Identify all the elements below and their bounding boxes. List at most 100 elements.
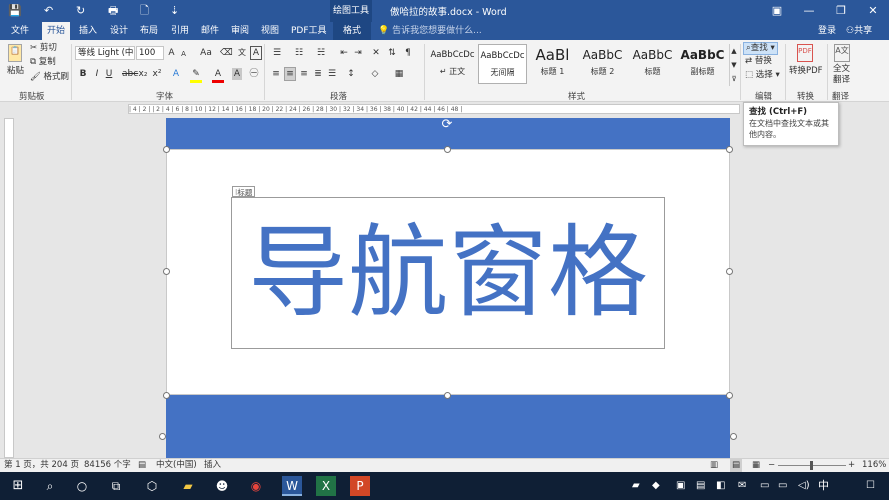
redo-icon[interactable]: ↻ (76, 3, 85, 19)
line-spacing-icon[interactable]: ↕ (344, 68, 358, 80)
strikethrough-icon[interactable]: abc (122, 68, 138, 80)
numbering-icon[interactable]: ☷ (292, 47, 306, 59)
text-effects-icon[interactable]: A (170, 68, 182, 80)
undo-icon[interactable]: ↶ (44, 3, 53, 19)
word-taskbar-icon[interactable]: W (282, 476, 302, 496)
battery-icon[interactable]: ▭ (778, 479, 787, 493)
heading-textbox[interactable]: ⁝标题 导航窗格 (231, 186, 665, 349)
zoom-slider-thumb[interactable] (810, 461, 813, 470)
clear-formatting-icon[interactable]: ⌫ (220, 47, 233, 59)
show-marks-icon[interactable]: ¶ (402, 47, 414, 59)
pdf-icon[interactable]: PDF (797, 44, 813, 62)
sign-in-link[interactable]: 登录 (818, 22, 836, 40)
tab-format[interactable]: 格式 (333, 22, 371, 40)
ribbon-display-options-icon[interactable]: ▣ (762, 0, 792, 22)
document-heading[interactable]: 导航窗格 (232, 198, 664, 348)
style-no-spacing[interactable]: AaBbCcDc 无间隔 (478, 44, 527, 84)
file-explorer-icon[interactable]: ▰ (178, 476, 198, 496)
tray-icon[interactable]: ◧ (716, 479, 725, 493)
blue-rectangle-shape-bottom[interactable] (166, 395, 730, 458)
font-color-icon[interactable]: A (212, 68, 224, 83)
align-center-icon[interactable]: ≡ (284, 67, 296, 81)
copy-button[interactable]: ⧉ 复制 (30, 57, 56, 68)
character-border-icon[interactable]: A (250, 46, 262, 60)
tab-pdf-tools[interactable]: PDF工具 (286, 22, 332, 40)
resize-handle[interactable] (726, 392, 733, 399)
tab-view[interactable]: 视图 (256, 22, 284, 40)
tab-home[interactable]: 开始 (42, 22, 71, 40)
align-left-icon[interactable]: ≡ (270, 68, 282, 80)
superscript-icon[interactable]: x² (152, 68, 162, 80)
print-preview-icon[interactable]: 🖶 (108, 3, 118, 19)
page-count[interactable]: 第 1 页，共 204 页 (4, 459, 79, 472)
font-size-combo[interactable]: 100 (136, 46, 164, 60)
tab-insert[interactable]: 插入 (74, 22, 102, 40)
format-painter-button[interactable]: 🖌 格式刷 (30, 72, 69, 83)
font-name-combo[interactable]: 等线 Light (中 (75, 46, 135, 60)
resize-handle[interactable] (163, 146, 170, 153)
tab-mailings[interactable]: 邮件 (196, 22, 224, 40)
tab-references[interactable]: 引用 (166, 22, 194, 40)
bullets-icon[interactable]: ☰ (270, 47, 284, 59)
share-button[interactable]: ⚇共享 (846, 22, 872, 40)
tray-icon[interactable]: ▤ (696, 479, 705, 493)
subscript-icon[interactable]: x₂ (138, 68, 148, 80)
change-case-icon[interactable]: Aa (198, 47, 214, 59)
increase-indent-icon[interactable]: ⇥ (352, 47, 364, 59)
powerpoint-taskbar-icon[interactable]: P (350, 476, 370, 496)
style-heading-2[interactable]: AaBbC 标题 2 (578, 44, 627, 84)
customize-quick-access-icon[interactable]: ⇣ (170, 3, 179, 19)
proofing-icon[interactable]: ▤ (138, 459, 146, 472)
shading-icon[interactable]: ◇ (368, 68, 382, 80)
phonetic-guide-icon[interactable]: 文 (236, 47, 248, 59)
tell-me-search[interactable]: 💡 告诉我您想要做什么... (378, 24, 482, 38)
highlight-color-icon[interactable]: ✎ (190, 68, 202, 83)
zoom-level[interactable]: 116% (862, 459, 886, 472)
print-layout-icon[interactable]: ▤ (730, 459, 743, 472)
tab-file[interactable]: 文件 (6, 22, 34, 40)
notification-icon[interactable]: ☐ (866, 479, 875, 493)
tray-icon[interactable]: ◆ (652, 479, 660, 493)
chinese-layout-icon[interactable]: ✕ (370, 47, 382, 59)
cut-button[interactable]: ✂ 剪切 (30, 43, 57, 54)
tray-icon[interactable]: ✉ (738, 479, 746, 493)
borders-icon[interactable]: ▦ (392, 68, 406, 80)
style-title[interactable]: AaBbC 标题 (628, 44, 677, 84)
volume-icon[interactable]: ◁) (798, 479, 810, 493)
italic-icon[interactable]: I (92, 68, 102, 80)
resize-handle[interactable] (163, 392, 170, 399)
grow-font-icon[interactable]: A (166, 47, 177, 59)
decrease-indent-icon[interactable]: ⇤ (338, 47, 350, 59)
distributed-icon[interactable]: ☰ (326, 68, 338, 80)
language-indicator[interactable]: 中文(中国) (156, 459, 197, 472)
sort-icon[interactable]: ⇅ (386, 47, 398, 59)
task-view-icon[interactable]: ⧉ (106, 476, 126, 496)
web-layout-icon[interactable]: ▦ (752, 459, 760, 472)
resize-handle[interactable] (726, 268, 733, 275)
style-normal[interactable]: AaBbCcDc ↵ 正文 (428, 44, 477, 84)
bold-icon[interactable]: B (78, 68, 88, 80)
new-document-icon[interactable]: 🗋 (140, 3, 149, 19)
convert-pdf-button[interactable]: 转换PDF (789, 66, 823, 77)
underline-icon[interactable]: U (104, 68, 114, 80)
ime-indicator[interactable]: 中 (818, 479, 829, 493)
translate-icon[interactable]: A文 (834, 44, 850, 62)
align-right-icon[interactable]: ≡ (298, 68, 310, 80)
chrome-icon[interactable]: ◉ (246, 476, 266, 496)
paste-button[interactable]: 粘贴 (7, 66, 24, 77)
cortana-icon[interactable]: ○ (72, 476, 92, 496)
tab-design[interactable]: 设计 (105, 22, 133, 40)
resize-handle[interactable] (163, 268, 170, 275)
horizontal-ruler[interactable]: | 4 | 2 | | 2 | 4 | 6 | 8 | 10 | 12 | 14… (128, 104, 740, 114)
style-subtitle[interactable]: AaBbC 副标题 (678, 44, 727, 84)
zoom-in-icon[interactable]: + (848, 459, 855, 472)
shrink-font-icon[interactable]: A (178, 48, 189, 60)
resize-handle[interactable] (726, 146, 733, 153)
select-button[interactable]: ⬚ 选择 ▾ (745, 70, 780, 81)
network-icon[interactable]: ▭ (760, 479, 769, 493)
read-mode-icon[interactable]: ▥ (710, 459, 718, 472)
resize-handle[interactable] (444, 146, 451, 153)
multilevel-list-icon[interactable]: ☵ (314, 47, 328, 59)
maximize-button[interactable]: ❐ (826, 0, 856, 22)
enclose-characters-icon[interactable]: ㊀ (248, 68, 260, 80)
